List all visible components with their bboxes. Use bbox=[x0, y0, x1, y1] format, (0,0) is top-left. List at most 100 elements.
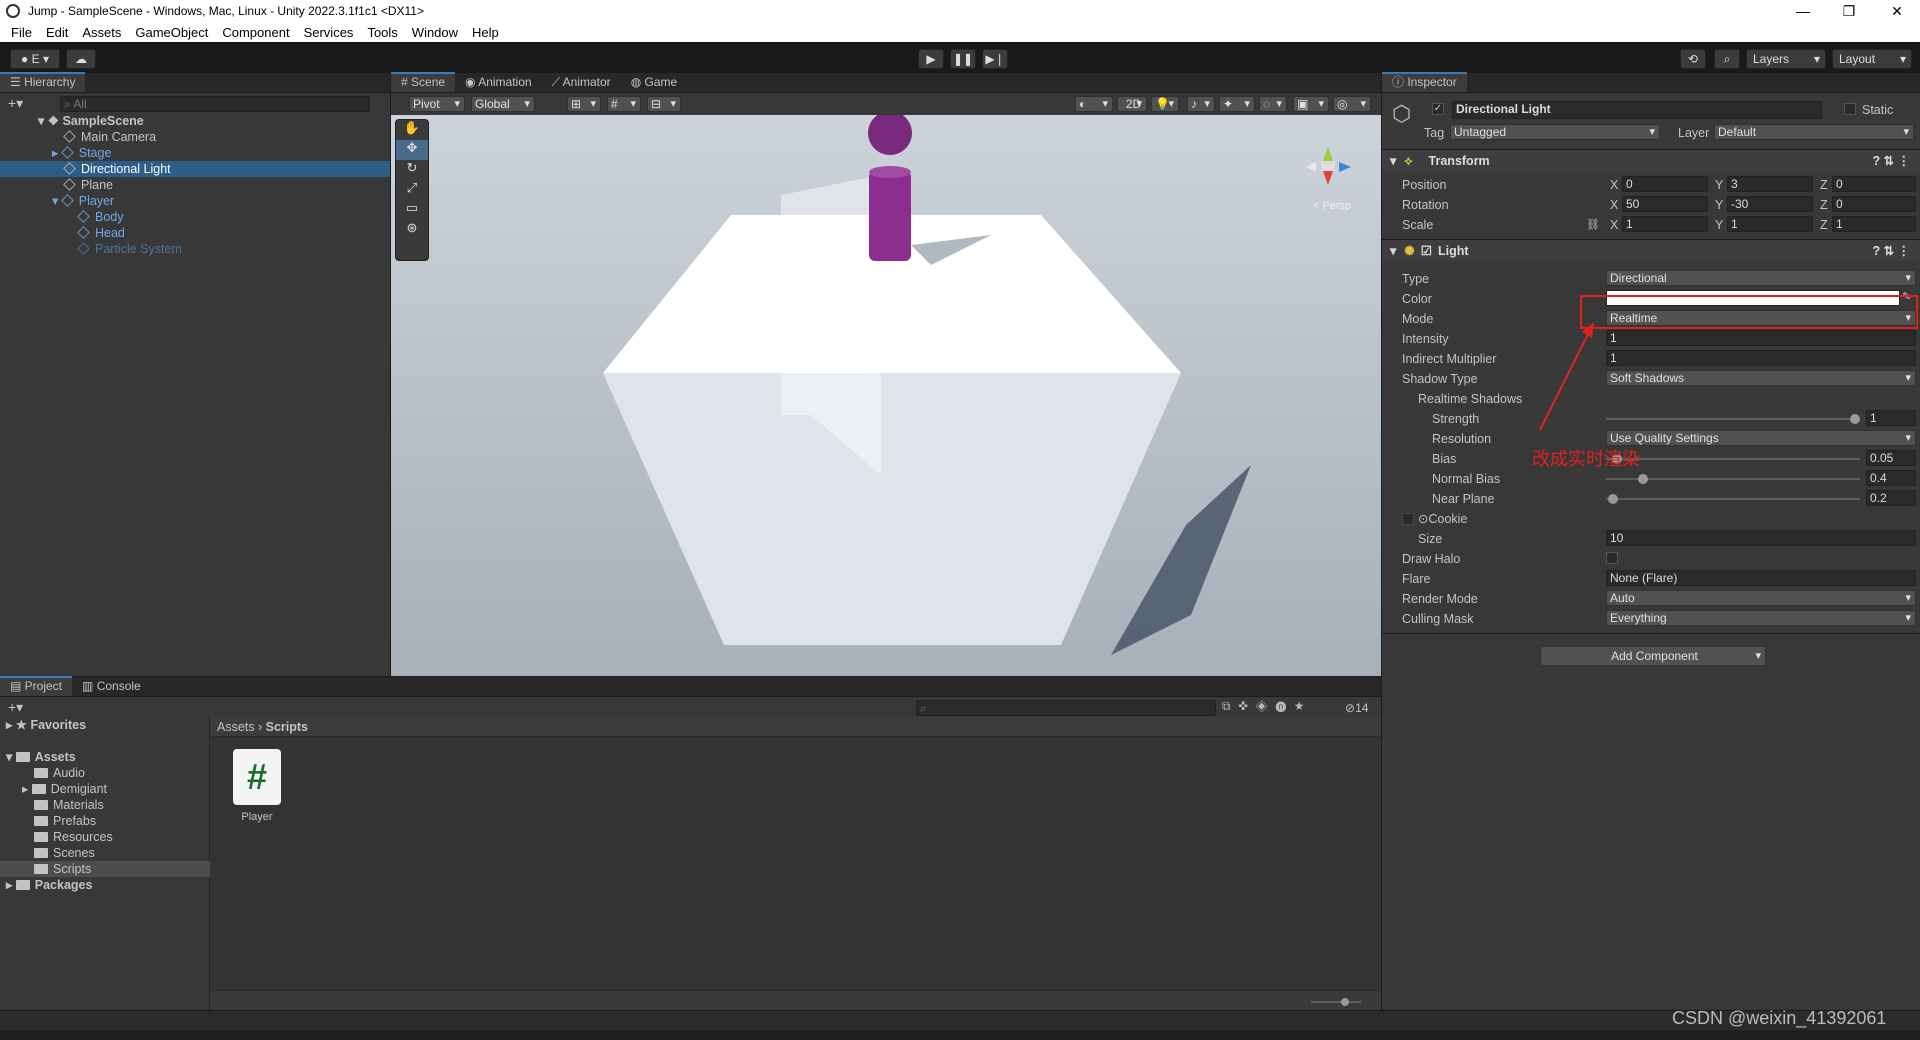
pivot-dropdown[interactable]: Pivot bbox=[409, 96, 465, 112]
component-menu-icon[interactable]: ? ⇅ ⋮ bbox=[1872, 240, 1910, 262]
hierarchy-item-stage[interactable]: ▸ Stage bbox=[52, 145, 111, 161]
search-icon[interactable]: ⌕ bbox=[1714, 49, 1740, 69]
cloud-icon[interactable]: ☁ bbox=[66, 49, 96, 69]
menu-help[interactable]: Help bbox=[465, 25, 506, 40]
maximize-button[interactable]: ❐ bbox=[1826, 0, 1872, 22]
resolution-dropdown[interactable]: Use Quality Settings bbox=[1606, 430, 1916, 446]
folder-scripts[interactable]: Scripts bbox=[34, 861, 91, 877]
layer-dropdown[interactable]: Default bbox=[1714, 124, 1914, 140]
folder-scenes[interactable]: Scenes bbox=[34, 845, 95, 861]
add-component-button[interactable]: Add Component bbox=[1540, 646, 1766, 666]
hierarchy-item-player[interactable]: ▾ Player bbox=[52, 193, 114, 209]
folder-resources[interactable]: Resources bbox=[34, 829, 113, 845]
tab-game[interactable]: ◍ Game bbox=[621, 72, 688, 92]
scale-z-field[interactable]: 1 bbox=[1832, 216, 1916, 232]
effects-dropdown[interactable]: ✦ bbox=[1219, 96, 1255, 112]
packages-item[interactable]: ▸ Packages bbox=[6, 877, 92, 893]
light-header[interactable]: ▾ ✺ ☑ Light? ⇅ ⋮ bbox=[1382, 239, 1920, 261]
tab-hierarchy[interactable]: ☰ Hierarchy bbox=[0, 72, 86, 92]
tab-animator[interactable]: ⟋ Animator bbox=[542, 72, 621, 92]
hierarchy-search-input[interactable]: ⌕ All bbox=[60, 96, 370, 112]
csharp-script-icon[interactable]: # bbox=[233, 749, 281, 805]
toggle-2d-button[interactable]: 2D bbox=[1117, 96, 1147, 112]
assets-item[interactable]: ▾ Assets bbox=[6, 749, 76, 765]
active-checkbox[interactable]: ✓ bbox=[1432, 103, 1444, 115]
grid-icon[interactable]: # bbox=[607, 96, 641, 112]
hidden-objects-icon[interactable]: ◌ bbox=[1259, 96, 1287, 112]
light-enabled-checkbox[interactable]: ☑ bbox=[1421, 244, 1432, 258]
component-menu-icon[interactable]: ? ⇅ ⋮ bbox=[1872, 150, 1910, 172]
menu-component[interactable]: Component bbox=[215, 25, 296, 40]
hierarchy-item-particle-system[interactable]: Particle System bbox=[77, 241, 182, 257]
bias-slider[interactable] bbox=[1606, 454, 1860, 464]
position-y-field[interactable]: 3 bbox=[1727, 176, 1813, 192]
layers-dropdown[interactable]: Layers ▾ bbox=[1746, 49, 1826, 69]
menu-window[interactable]: Window bbox=[405, 25, 465, 40]
menu-edit[interactable]: Edit bbox=[39, 25, 75, 40]
draw-halo-checkbox[interactable] bbox=[1606, 552, 1618, 564]
static-checkbox[interactable] bbox=[1844, 103, 1856, 115]
intensity-field[interactable]: 1 bbox=[1606, 330, 1916, 346]
play-button[interactable]: ▶ bbox=[918, 49, 944, 69]
link-icon[interactable]: ⛓ bbox=[1586, 217, 1600, 233]
create-asset-button[interactable]: +▾ bbox=[8, 699, 23, 716]
rotation-z-field[interactable]: 0 bbox=[1832, 196, 1916, 212]
render-mode-dropdown[interactable]: Auto bbox=[1606, 590, 1916, 606]
project-search-input[interactable]: ⌕ bbox=[916, 700, 1216, 716]
rotation-x-field[interactable]: 50 bbox=[1622, 196, 1708, 212]
script-file-label[interactable]: Player bbox=[211, 811, 303, 823]
size-field[interactable]: 10 bbox=[1606, 530, 1916, 546]
tab-inspector[interactable]: ⓘ Inspector bbox=[1382, 72, 1467, 92]
cookie-slot[interactable] bbox=[1402, 513, 1414, 525]
menu-file[interactable]: File bbox=[4, 25, 39, 40]
normal-bias-field[interactable]: 0.4 bbox=[1866, 470, 1916, 486]
normal-bias-slider-knob[interactable] bbox=[1638, 474, 1648, 484]
project-toolbar-icons[interactable]: ⧉✜◈⓿★ bbox=[1222, 699, 1312, 714]
close-button[interactable]: ✕ bbox=[1874, 0, 1920, 22]
hidden-packages-count[interactable]: ⊘14 bbox=[1345, 701, 1368, 715]
lighting-toggle-icon[interactable]: 💡 bbox=[1151, 96, 1179, 112]
hand-tool-icon[interactable]: ✋ bbox=[396, 120, 428, 140]
rect-tool-icon[interactable]: ▭ bbox=[396, 200, 428, 220]
pause-button[interactable]: ❚❚ bbox=[950, 49, 976, 69]
near-plane-slider-knob[interactable] bbox=[1608, 494, 1618, 504]
hierarchy-item-body[interactable]: Body bbox=[77, 209, 124, 225]
culling-mask-dropdown[interactable]: Everything bbox=[1606, 610, 1916, 626]
normal-bias-slider[interactable] bbox=[1606, 474, 1860, 484]
add-object-button[interactable]: +▾ bbox=[8, 95, 23, 112]
type-dropdown[interactable]: Directional bbox=[1606, 270, 1916, 286]
increment-snap-icon[interactable]: ⊟ bbox=[647, 96, 681, 112]
step-button[interactable]: ▶❘ bbox=[982, 49, 1008, 69]
indirect-multiplier-field[interactable]: 1 bbox=[1606, 350, 1916, 366]
favorites-item[interactable]: ▸ ★ Favorites bbox=[6, 717, 86, 733]
folder-audio[interactable]: Audio bbox=[34, 765, 85, 781]
tab-console[interactable]: ▥ Console bbox=[72, 676, 151, 696]
hierarchy-item-head[interactable]: Head bbox=[77, 225, 125, 241]
tab-scene[interactable]: # Scene bbox=[391, 72, 456, 92]
tag-dropdown[interactable]: Untagged bbox=[1450, 124, 1660, 140]
near-plane-field[interactable]: 0.2 bbox=[1866, 490, 1916, 506]
transform-header[interactable]: ▾ ⟡ Transform? ⇅ ⋮ bbox=[1382, 149, 1920, 171]
breadcrumb-assets[interactable]: Assets bbox=[217, 720, 255, 734]
hierarchy-item-plane[interactable]: Plane bbox=[63, 177, 113, 193]
strength-slider[interactable] bbox=[1606, 414, 1860, 424]
folder-demigiant[interactable]: ▸ Demigiant bbox=[22, 781, 107, 797]
rotate-tool-icon[interactable]: ↻ bbox=[396, 160, 428, 180]
near-plane-slider[interactable] bbox=[1606, 494, 1860, 504]
tab-project[interactable]: ▤ Project bbox=[0, 676, 73, 696]
bias-field[interactable]: 0.05 bbox=[1866, 450, 1916, 466]
hierarchy-item-main-camera[interactable]: Main Camera bbox=[63, 129, 156, 145]
layout-dropdown[interactable]: Layout ▾ bbox=[1832, 49, 1912, 69]
scale-tool-icon[interactable]: ⤢ bbox=[396, 180, 428, 200]
rotation-y-field[interactable]: -30 bbox=[1727, 196, 1813, 212]
menu-tools[interactable]: Tools bbox=[360, 25, 404, 40]
minimize-button[interactable]: — bbox=[1780, 0, 1826, 22]
grid-snap-icon[interactable]: ⊞ bbox=[567, 96, 601, 112]
scale-y-field[interactable]: 1 bbox=[1727, 216, 1813, 232]
position-x-field[interactable]: 0 bbox=[1622, 176, 1708, 192]
strength-slider-knob[interactable] bbox=[1850, 414, 1860, 424]
object-name-field[interactable]: Directional Light bbox=[1452, 101, 1822, 119]
strength-field[interactable]: 1 bbox=[1866, 410, 1916, 426]
breadcrumb-scripts[interactable]: Scripts bbox=[266, 720, 308, 734]
transform-tool-icon[interactable]: ⊛ bbox=[396, 220, 428, 240]
